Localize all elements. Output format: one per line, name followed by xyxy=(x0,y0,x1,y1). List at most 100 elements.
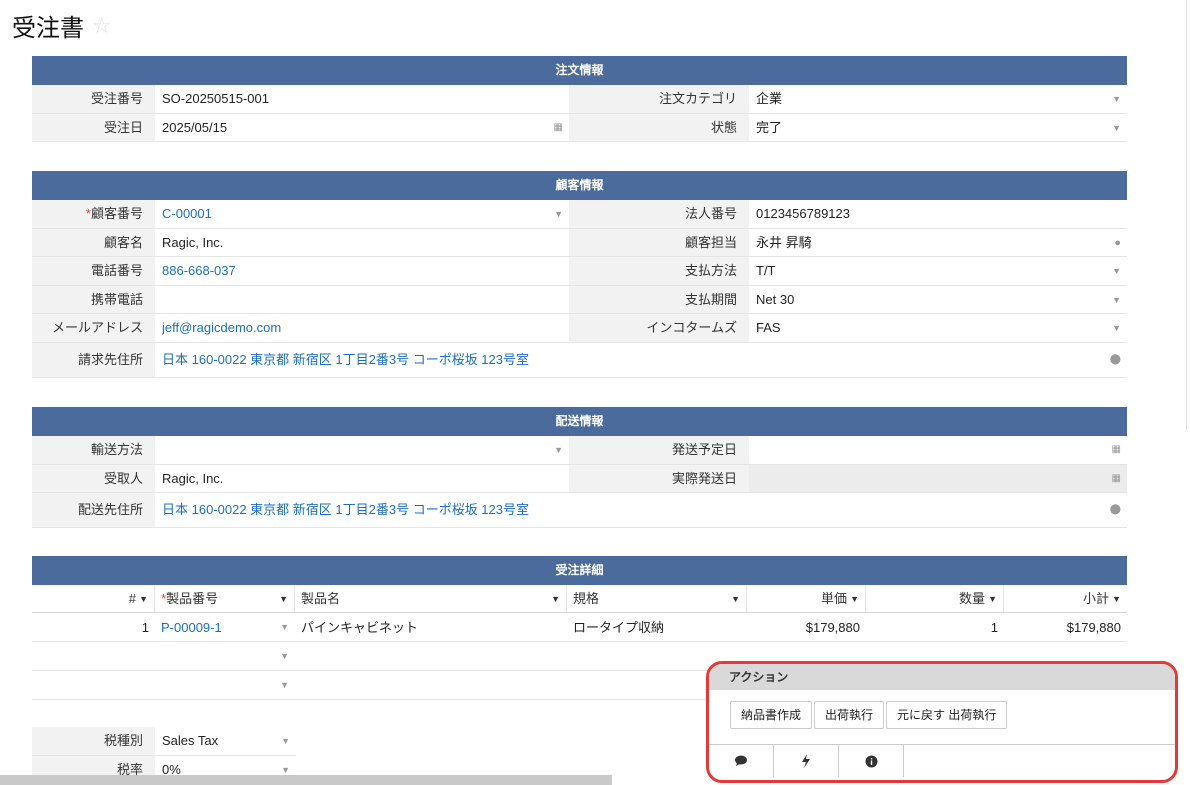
bolt-icon[interactable] xyxy=(774,745,839,777)
dropdown-icon: ▼ xyxy=(1112,122,1121,133)
phone-label: 電話番号 xyxy=(32,257,155,285)
calendar-icon[interactable]: ▦ xyxy=(1112,436,1121,464)
product-no-cell[interactable]: P-00009-1 ▼ xyxy=(155,613,295,641)
comment-icon[interactable] xyxy=(709,745,774,777)
ship-method-select[interactable]: ▼ xyxy=(155,436,569,464)
col-spec[interactable]: 規格 ▼ xyxy=(567,585,747,612)
mobile-label: 携帯電話 xyxy=(32,285,155,313)
sort-arrow-icon[interactable]: ▼ xyxy=(850,585,859,613)
col-product-name[interactable]: 製品名 ▼ xyxy=(295,585,567,612)
spec-cell[interactable]: ロータイプ収納 xyxy=(567,613,747,641)
dropdown-icon: ▼ xyxy=(554,445,563,455)
order-info-header: 注文情報 xyxy=(32,56,1127,85)
subtotal-cell: $179,880 xyxy=(1066,620,1121,635)
right-edge-divider xyxy=(1186,0,1190,430)
sort-arrow-icon[interactable]: ▼ xyxy=(279,585,288,613)
dropdown-icon: ▼ xyxy=(280,622,289,632)
table-row[interactable]: 1 P-00009-1 ▼ パインキャビネット ロータイプ収納 $179,880 … xyxy=(32,613,1127,642)
customer-name-label: 顧客名 xyxy=(32,228,155,256)
sort-arrow-icon[interactable]: ▼ xyxy=(551,585,560,613)
recipient-field[interactable]: Ragic, Inc. xyxy=(155,465,569,493)
dropdown-icon: ▼ xyxy=(1112,94,1121,104)
sort-arrow-icon[interactable]: ▼ xyxy=(139,585,148,613)
favorite-star-icon[interactable]: ☆ xyxy=(92,13,112,39)
sort-arrow-icon[interactable]: ▼ xyxy=(1112,585,1121,613)
shipping-address-label: 配送先住所 xyxy=(32,493,155,527)
page-title: 受注書 ☆ xyxy=(12,8,112,43)
row-num: 1 xyxy=(141,620,149,635)
planned-date-label: 発送予定日 xyxy=(569,436,749,464)
qty-cell[interactable]: 1 xyxy=(866,613,1004,641)
page-title-text: 受注書 xyxy=(12,15,84,42)
price-cell[interactable]: $179,880 xyxy=(747,613,866,641)
order-info-section: 注文情報 受注番号 SO-20250515-001 注文カテゴリ 企業 ▼ 受注日… xyxy=(32,56,1127,142)
dropdown-icon: ▼ xyxy=(554,209,563,219)
dropdown-icon: ▼ xyxy=(1112,294,1121,305)
tax-type-label: 税種別 xyxy=(32,727,155,755)
rep-field[interactable]: 永井 昇騎 ● xyxy=(749,229,1127,257)
category-label: 注文カテゴリ xyxy=(569,85,749,113)
undo-shipping-button[interactable]: 元に戻す 出荷執行 xyxy=(886,701,1008,729)
order-date-field[interactable]: 2025/05/15 ▦ xyxy=(155,114,569,142)
category-select[interactable]: 企業 ▼ xyxy=(749,85,1127,113)
order-date-label: 受注日 xyxy=(32,113,155,141)
action-panel: アクション 納品書作成 出荷執行 元に戻す 出荷執行 xyxy=(706,661,1178,783)
dropdown-icon[interactable]: ▼ xyxy=(280,642,289,671)
horizontal-scrollbar[interactable] xyxy=(0,775,612,785)
user-icon[interactable]: ● xyxy=(1114,229,1121,257)
actual-date-label: 実際発送日 xyxy=(569,464,749,492)
email-label: メールアドレス xyxy=(32,314,155,342)
order-details-header: 受注詳細 xyxy=(32,556,1127,585)
customer-no-select[interactable]: C-00001 ▼ xyxy=(155,200,569,228)
actual-date-field: ▦ xyxy=(749,464,1127,492)
status-select[interactable]: 完了 ▼ xyxy=(749,114,1127,142)
calendar-icon: ▦ xyxy=(1111,472,1121,484)
col-price[interactable]: 単価 ▼ xyxy=(747,585,866,612)
tax-type-select[interactable]: Sales Tax ▼ xyxy=(155,727,296,755)
order-no-field[interactable]: SO-20250515-001 xyxy=(155,85,569,113)
map-pin-icon[interactable]: ⬤ xyxy=(1110,343,1121,377)
billing-address-field[interactable]: 日本 160-0022 東京都 新宿区 1丁目2番3号 コーポ桜坂 123号室 ⬤ xyxy=(155,343,1127,377)
create-delivery-note-button[interactable]: 納品書作成 xyxy=(730,701,813,729)
col-subtotal[interactable]: 小計 ▼ xyxy=(1004,585,1127,612)
customer-info-section: 顧客情報 *顧客番号 C-00001 ▼ 法人番号 0123456789123 顧… xyxy=(32,171,1127,378)
product-name-cell[interactable]: パインキャビネット xyxy=(295,613,567,641)
term-label: 支払期間 xyxy=(569,285,749,313)
col-qty[interactable]: 数量 ▼ xyxy=(866,585,1004,612)
dropdown-icon: ▼ xyxy=(281,736,290,746)
phone-field[interactable]: 886-668-037 xyxy=(155,257,569,285)
status-label: 状態 xyxy=(569,113,749,141)
planned-date-field[interactable]: ▦ xyxy=(749,436,1127,464)
shipping-info-section: 配送情報 輸送方法 ▼ 発送予定日 ▦ 受取人 Ragic, Inc. 実際発送… xyxy=(32,407,1127,528)
rep-label: 顧客担当 xyxy=(569,228,749,256)
col-product-no[interactable]: *製品番号 ▼ xyxy=(155,585,295,612)
email-field[interactable]: jeff@ragicdemo.com xyxy=(155,314,569,342)
customer-info-header: 顧客情報 xyxy=(32,171,1127,200)
corp-no-field[interactable]: 0123456789123 xyxy=(749,200,1127,228)
dropdown-icon[interactable]: ▼ xyxy=(280,671,289,700)
payment-label: 支払方法 xyxy=(569,257,749,285)
mobile-field[interactable] xyxy=(155,286,569,314)
dropdown-icon: ▼ xyxy=(1112,323,1121,333)
details-grid-header: # ▼ *製品番号 ▼ 製品名 ▼ 規格 ▼ 単価 ▼ 数量 ▼ 小計 ▼ xyxy=(32,585,1127,613)
action-panel-header: アクション xyxy=(709,664,1175,690)
order-no-label: 受注番号 xyxy=(32,85,155,113)
term-select[interactable]: Net 30 ▼ xyxy=(749,286,1127,314)
calendar-icon[interactable]: ▦ xyxy=(554,114,563,142)
execute-shipping-button[interactable]: 出荷執行 xyxy=(814,701,885,729)
customer-no-label: *顧客番号 xyxy=(32,200,155,228)
corp-no-label: 法人番号 xyxy=(569,200,749,228)
shipping-address-field[interactable]: 日本 160-0022 東京都 新宿区 1丁目2番3号 コーポ桜坂 123号室 ⬤ xyxy=(155,493,1127,527)
sort-arrow-icon[interactable]: ▼ xyxy=(731,585,740,613)
info-icon[interactable] xyxy=(839,745,904,777)
recipient-label: 受取人 xyxy=(32,464,155,492)
col-num[interactable]: # ▼ xyxy=(32,585,155,612)
incoterms-label: インコタームズ xyxy=(569,314,749,342)
billing-address-label: 請求先住所 xyxy=(32,342,155,377)
ship-method-label: 輸送方法 xyxy=(32,436,155,464)
incoterms-select[interactable]: FAS ▼ xyxy=(749,314,1127,342)
sort-arrow-icon[interactable]: ▼ xyxy=(988,585,997,613)
map-pin-icon[interactable]: ⬤ xyxy=(1110,493,1121,527)
customer-name-field[interactable]: Ragic, Inc. xyxy=(155,229,569,257)
payment-select[interactable]: T/T ▼ xyxy=(749,257,1127,285)
